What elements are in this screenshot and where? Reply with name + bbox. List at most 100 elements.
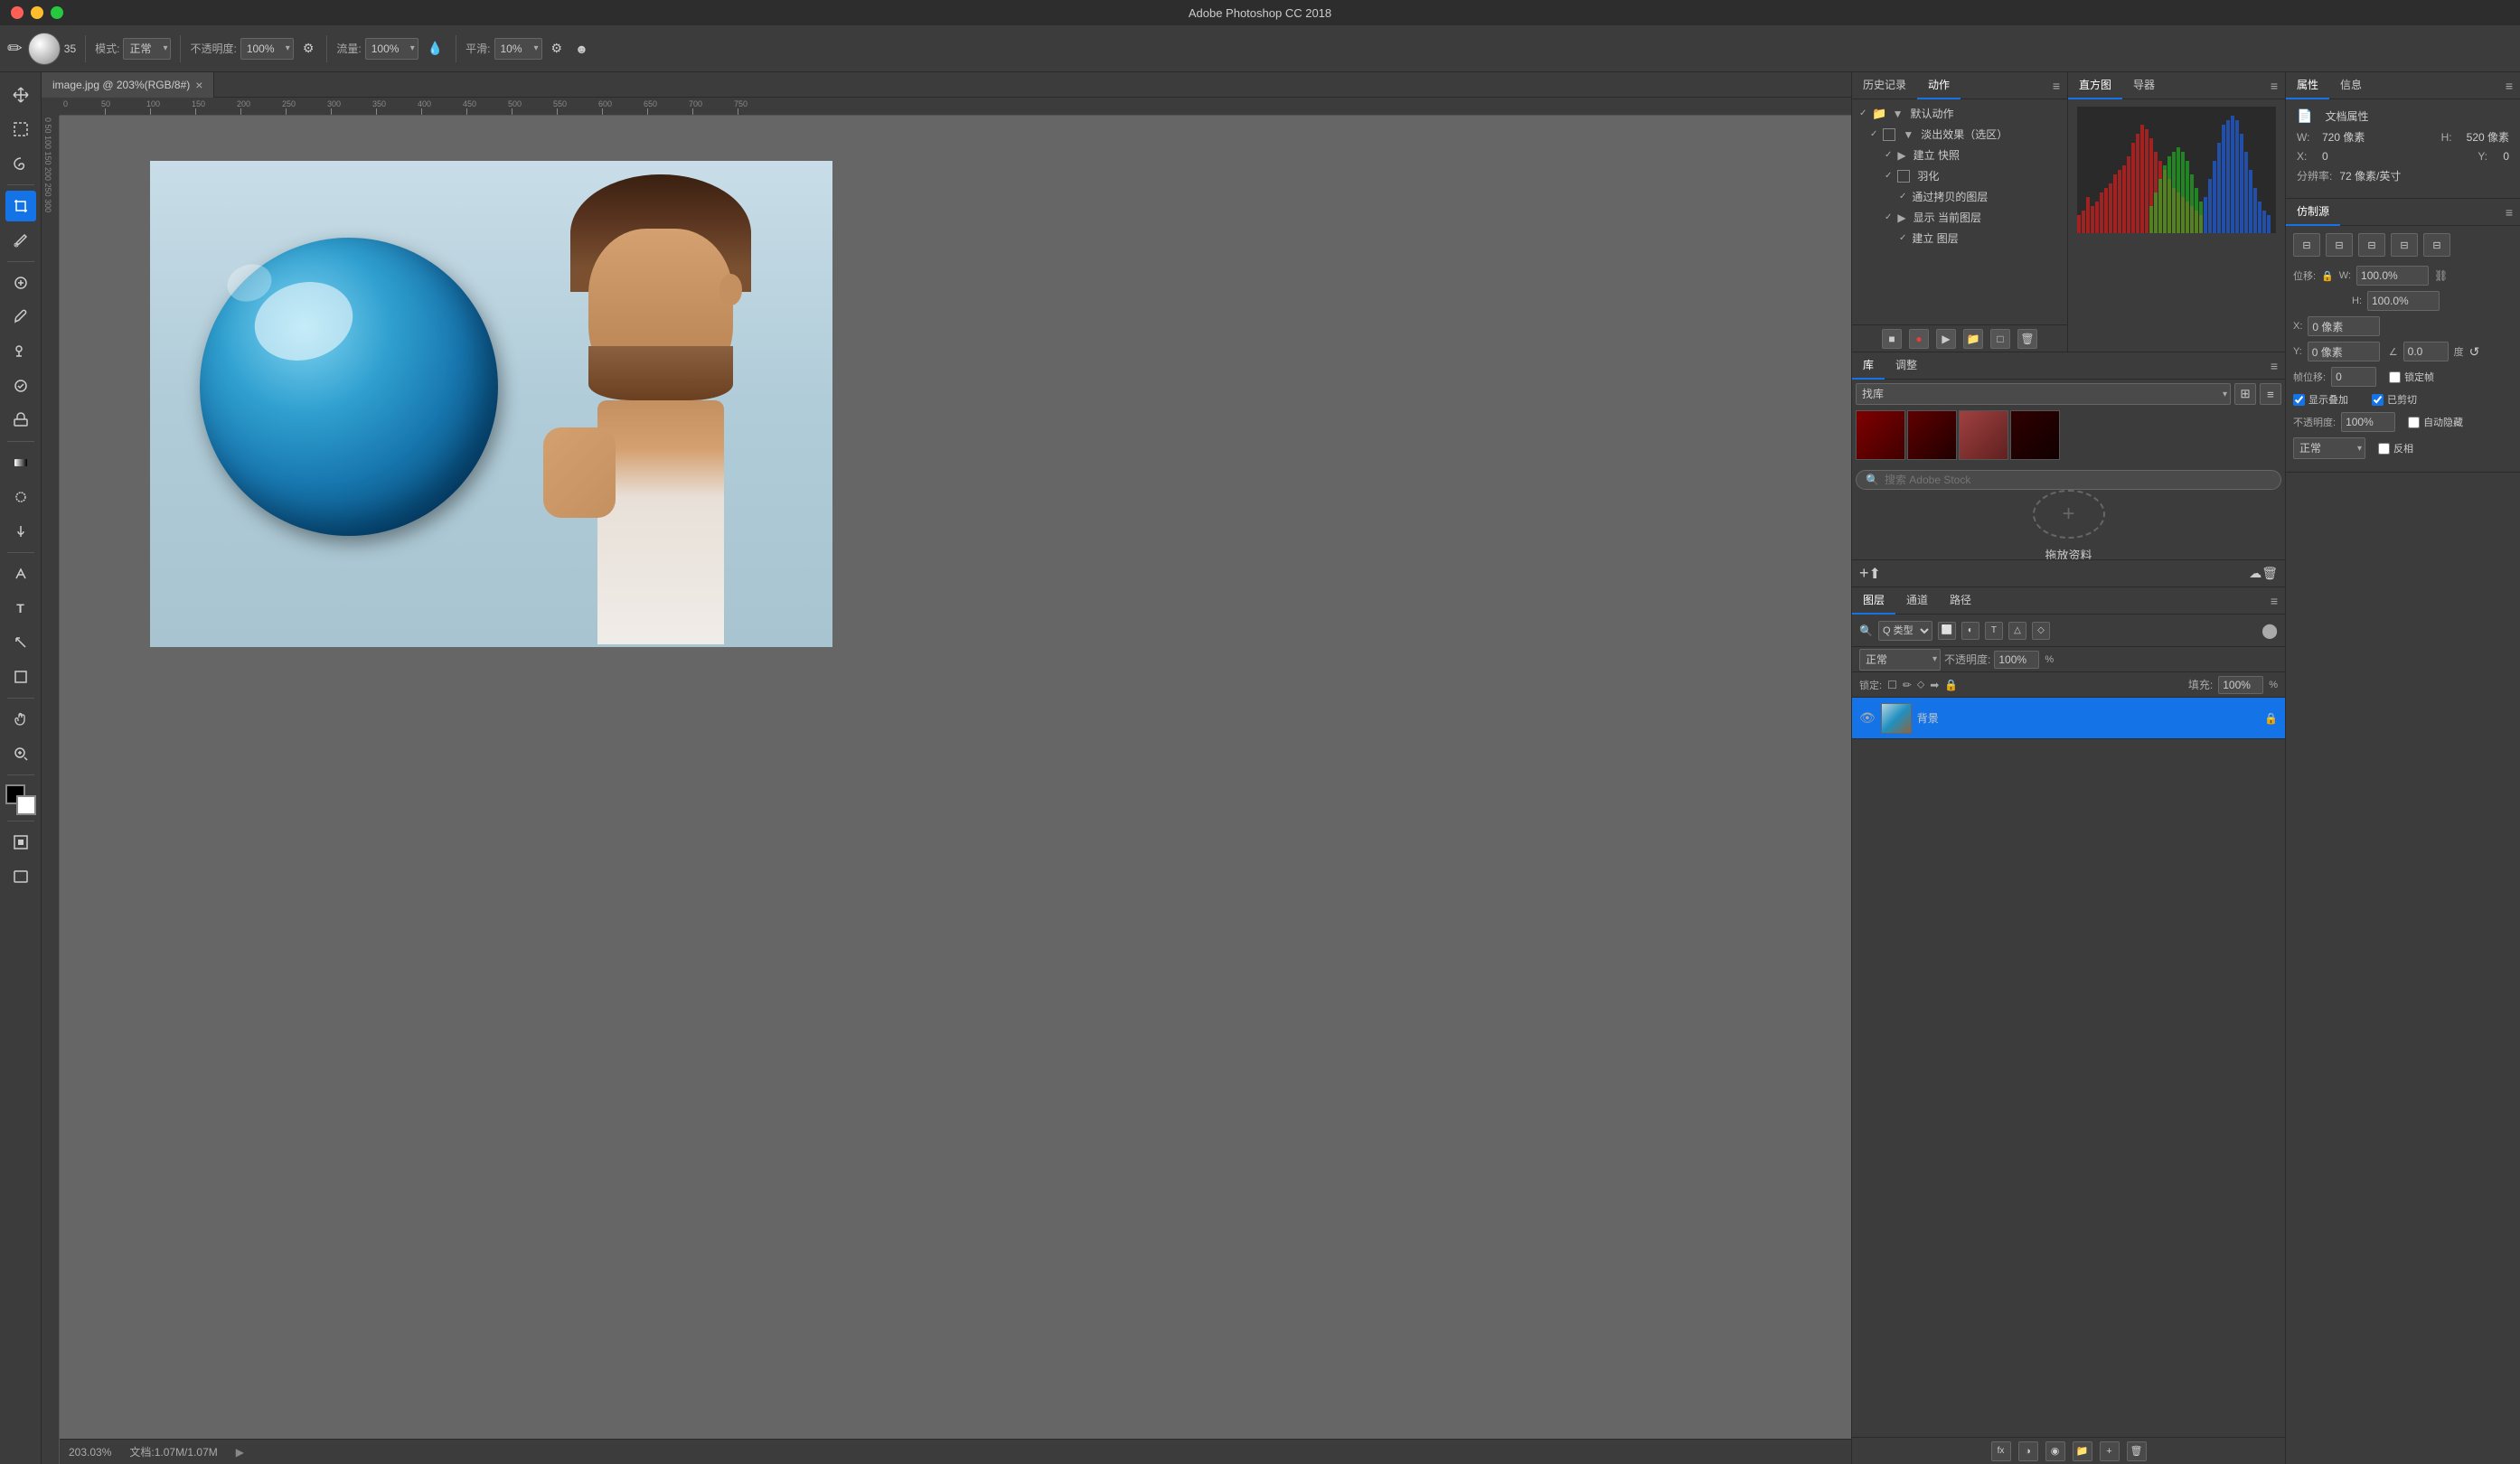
layer-adjustment-button[interactable]: ◉	[2045, 1441, 2065, 1461]
stop-button[interactable]: ■	[1882, 329, 1902, 349]
properties-menu-button[interactable]: ≡	[2498, 79, 2520, 93]
tab-histogram[interactable]: 直方图	[2068, 72, 2122, 99]
filter-toggle-icon[interactable]: ⬤	[2261, 622, 2278, 640]
layer-mask-button[interactable]: ◑	[2018, 1441, 2038, 1461]
history-item-1[interactable]: ✓ ▼ 淡出效果（选区）	[1852, 124, 2067, 145]
quick-mask-button[interactable]	[5, 827, 36, 858]
tab-actions[interactable]: 动作	[1917, 72, 1961, 99]
gradient-tool[interactable]	[5, 447, 36, 478]
expand-2[interactable]: ▶	[1897, 149, 1905, 162]
tab-layers[interactable]: 图层	[1852, 587, 1895, 615]
clone-w-value[interactable]	[2356, 266, 2429, 286]
layer-group-button[interactable]: 📁	[2073, 1441, 2092, 1461]
new-action-set[interactable]: 📁	[1963, 329, 1983, 349]
library-list-button[interactable]: ≡	[2260, 383, 2281, 405]
library-upload-button[interactable]: ⬆	[1869, 565, 1881, 583]
clone-src-1[interactable]: ⊟	[2293, 233, 2320, 257]
layer-delete-button[interactable]: 🗑	[2127, 1441, 2147, 1461]
move-tool[interactable]	[5, 80, 36, 110]
pen-tool[interactable]	[5, 558, 36, 589]
lock-frame-checkbox[interactable]	[2389, 371, 2401, 383]
window-controls[interactable]	[11, 6, 63, 19]
opacity-options-button[interactable]: ⚙	[299, 39, 318, 58]
clone-src-4[interactable]: ⊟	[2391, 233, 2418, 257]
clone-h-value[interactable]	[2367, 291, 2440, 311]
blur-tool[interactable]	[5, 482, 36, 512]
path-selection-tool[interactable]	[5, 627, 36, 658]
pressure-button[interactable]: ☻	[571, 40, 592, 58]
smooth-dropdown-wrapper[interactable]: 10% ▾	[494, 38, 542, 60]
preset-swatch-1[interactable]	[1856, 410, 1905, 460]
library-search[interactable]: 🔍	[1856, 470, 2281, 490]
library-delete-button[interactable]: 🗑	[2261, 566, 2278, 581]
clone-src-5[interactable]: ⊟	[2423, 233, 2450, 257]
zoom-tool[interactable]	[5, 738, 36, 769]
expand-1[interactable]: ▼	[1903, 128, 1914, 141]
mode-select[interactable]: 正常	[123, 38, 171, 60]
minimize-button[interactable]	[31, 6, 43, 19]
filter-adjust-button[interactable]: ◐	[1961, 622, 1979, 640]
history-item-3[interactable]: ✓ 羽化	[1852, 165, 2067, 186]
lock-transparent[interactable]: ☐	[1887, 679, 1897, 691]
tab-history[interactable]: 历史记录	[1852, 72, 1917, 99]
library-menu-button[interactable]: ≡	[2263, 359, 2285, 373]
angle-reset[interactable]: ↺	[2469, 344, 2480, 360]
invert-checkbox[interactable]	[2378, 443, 2390, 455]
clone-src-2[interactable]: ⊟	[2326, 233, 2353, 257]
lock-artboard[interactable]: ➡	[1930, 679, 1939, 691]
clone-blend-select[interactable]: 正常	[2293, 437, 2365, 459]
tab-library[interactable]: 库	[1852, 352, 1885, 380]
opacity-dropdown-wrapper[interactable]: 100% ▾	[240, 38, 294, 60]
brush-tool[interactable]	[5, 302, 36, 333]
eraser-tool[interactable]	[5, 405, 36, 436]
show-overlay-checkbox[interactable]	[2293, 394, 2305, 406]
expand-0[interactable]: ▼	[1893, 108, 1904, 120]
lasso-tool[interactable]	[5, 148, 36, 179]
lock-paint[interactable]: ✏	[1903, 679, 1912, 691]
clone-stamp-tool[interactable]	[5, 336, 36, 367]
filter-shape-button[interactable]: △	[2008, 622, 2026, 640]
layer-new-button[interactable]: +	[2100, 1441, 2120, 1461]
layer-fx-button[interactable]: fx	[1991, 1441, 2011, 1461]
clone-opacity-value[interactable]	[2341, 412, 2395, 432]
delete-action-button[interactable]: 🗑	[2017, 329, 2037, 349]
history-item-0[interactable]: ✓ 📁 ▼ 默认动作	[1852, 103, 2067, 124]
library-add-button[interactable]: +	[1859, 564, 1869, 583]
clone-y-value[interactable]	[2308, 342, 2380, 361]
preset-swatch-2[interactable]	[1907, 410, 1957, 460]
filter-smart-button[interactable]: ◇	[2032, 622, 2050, 640]
opacity-select[interactable]: 100%	[240, 38, 294, 60]
opacity-input[interactable]	[1994, 651, 2039, 669]
lock-all[interactable]: 🔒	[1944, 679, 1958, 691]
layer-eye-background[interactable]: 👁	[1859, 710, 1876, 726]
eyedropper-tool[interactable]	[5, 225, 36, 256]
layers-filter-toggle[interactable]: ⬤	[2261, 622, 2278, 640]
flow-select[interactable]: 100%	[365, 38, 418, 60]
status-arrow[interactable]: ▶	[236, 1446, 244, 1459]
preset-swatch-4[interactable]	[2010, 410, 2060, 460]
clone-src-3[interactable]: ⊟	[2358, 233, 2385, 257]
brush-preview[interactable]	[28, 33, 61, 65]
healing-tool[interactable]	[5, 267, 36, 298]
library-select[interactable]: 找库	[1856, 383, 2231, 405]
expand-5[interactable]: ▶	[1897, 211, 1905, 224]
clone-x-value[interactable]	[2308, 316, 2380, 336]
doc-tab-close[interactable]: ×	[195, 78, 202, 92]
layer-item-background[interactable]: 👁 背景 🔒	[1852, 698, 2285, 739]
text-tool[interactable]: T	[5, 593, 36, 624]
history-item-2[interactable]: ✓ ▶ 建立 快照	[1852, 145, 2067, 165]
history-item-4[interactable]: ✓ 通过拷贝的图层	[1852, 186, 2067, 207]
clipped-checkbox[interactable]	[2372, 394, 2384, 406]
new-action-button[interactable]: □	[1990, 329, 2010, 349]
layers-menu-button[interactable]: ≡	[2263, 594, 2285, 608]
close-button[interactable]	[11, 6, 24, 19]
blend-mode-select[interactable]: 正常	[1859, 649, 1941, 671]
history-brush-tool[interactable]	[5, 371, 36, 401]
flow-dropdown-wrapper[interactable]: 100% ▾	[365, 38, 418, 60]
preset-swatch-3[interactable]	[1959, 410, 2008, 460]
smooth-settings-button[interactable]: ⚙	[548, 39, 567, 58]
marquee-tool[interactable]	[5, 114, 36, 145]
canvas-area[interactable]: 0 50 100 150 200 250 300 350 400	[42, 98, 1851, 1464]
library-dropdown-wrapper[interactable]: 找库 ▾	[1856, 383, 2231, 405]
tab-navigator[interactable]: 导器	[2122, 72, 2166, 99]
